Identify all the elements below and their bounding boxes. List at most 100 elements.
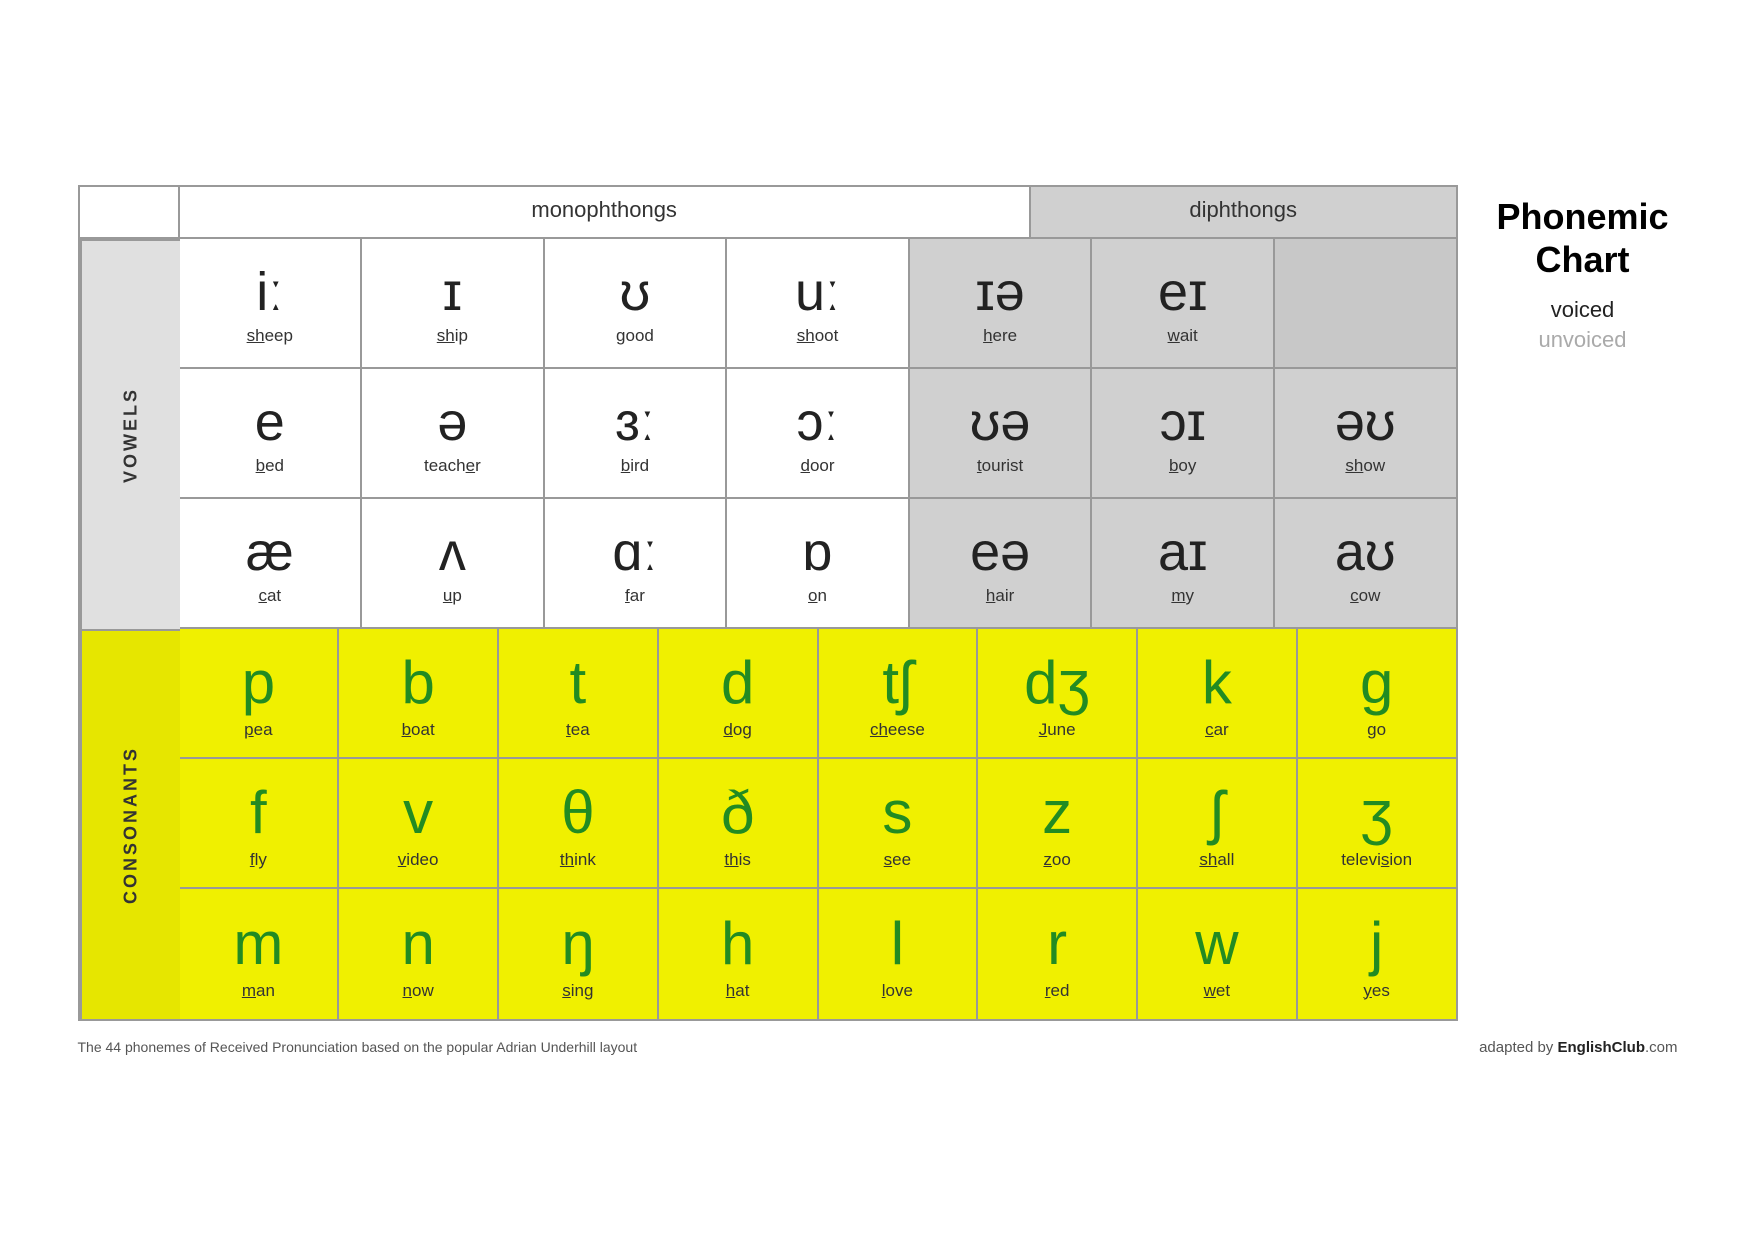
symbol-e: e — [255, 393, 285, 452]
word-far: far — [625, 586, 645, 606]
symbol-s: s — [882, 780, 912, 846]
word-on: on — [808, 586, 827, 606]
symbol-o: ɒ — [803, 523, 833, 582]
word-here: here — [983, 326, 1017, 346]
symbol-eu: əʊ — [1335, 393, 1396, 452]
word-boy: boy — [1169, 456, 1196, 476]
underline: s — [1381, 850, 1390, 869]
underline: h — [983, 326, 992, 345]
underline: m — [242, 981, 256, 1000]
word-door: door — [801, 456, 835, 476]
symbol-sh: ʃ — [1210, 780, 1223, 846]
symbol-oo: ɔː — [797, 393, 839, 452]
cell-ea: eə hair — [910, 499, 1093, 629]
word-tourist: tourist — [977, 456, 1023, 476]
underline: n — [403, 981, 412, 1000]
cell-e: e bed — [180, 369, 363, 499]
symbol-au: aʊ — [1335, 523, 1396, 582]
cell-aa: ɑː far — [545, 499, 728, 629]
underline: g — [1367, 720, 1376, 739]
footer: The 44 phonemes of Received Pronunciatio… — [78, 1039, 1678, 1056]
word-man: man — [242, 981, 275, 1001]
word-show: show — [1345, 456, 1385, 476]
underline: sh — [437, 326, 455, 345]
underline: h — [986, 586, 995, 605]
cell-schwa: ə teacher — [362, 369, 545, 499]
underline: c — [1205, 720, 1214, 739]
word-teacher: teacher — [424, 456, 481, 476]
underline: th — [560, 850, 574, 869]
word-pea: pea — [244, 720, 272, 740]
symbol-g: g — [1360, 650, 1393, 716]
empty-cell-1 — [1275, 239, 1456, 369]
word-this: this — [724, 850, 750, 870]
cell-j: j yes — [1298, 889, 1456, 1019]
word-see: see — [884, 850, 911, 870]
symbol-upsilon: ʊ — [620, 263, 651, 322]
underline: sh — [247, 326, 265, 345]
symbol-m: m — [233, 911, 283, 977]
cell-h: h hat — [659, 889, 819, 1019]
footer-brand: EnglishClub — [1557, 1039, 1645, 1056]
cell-theta: θ think — [499, 759, 659, 889]
word-think: think — [560, 850, 596, 870]
cell-tsh: tʃ cheese — [819, 629, 979, 759]
underline: w — [1204, 981, 1216, 1000]
underline: f — [625, 586, 630, 605]
underline: y — [1363, 981, 1372, 1000]
word-my: my — [1171, 586, 1194, 606]
cell-ai: aɪ my — [1092, 499, 1275, 629]
word-boat: boat — [402, 720, 435, 740]
underline: t — [977, 456, 982, 475]
word-up: up — [443, 586, 462, 606]
cell-dz: dʒ June — [978, 629, 1138, 759]
word-ship: ship — [437, 326, 468, 346]
cell-ei: eɪ wait — [1092, 239, 1275, 369]
word-sing: sing — [562, 981, 593, 1001]
underline: t — [566, 720, 571, 739]
word-car: car — [1205, 720, 1229, 740]
cell-f: f fly — [180, 759, 340, 889]
symbol-ei: eɪ — [1158, 263, 1207, 322]
underline: l — [882, 981, 886, 1000]
word-video: video — [398, 850, 439, 870]
word-good: good — [616, 326, 654, 346]
cell-d: d dog — [659, 629, 819, 759]
consonant-row-1: p pea b boat t tea d dog — [180, 629, 1456, 759]
symbol-ue: ʊə — [970, 393, 1031, 452]
symbol-t: t — [570, 650, 587, 716]
footer-prefix: adapted by — [1479, 1039, 1557, 1056]
word-sheep: sheep — [247, 326, 293, 346]
symbol-3: ɜː — [615, 393, 655, 452]
symbol-dz: dʒ — [1024, 650, 1090, 716]
symbol-k: k — [1202, 650, 1232, 716]
cell-ie: ɪə here — [910, 239, 1093, 369]
cell-oi: ɔɪ boy — [1092, 369, 1275, 499]
cell-zh: ʒ television — [1298, 759, 1456, 889]
underline: sh — [1345, 456, 1363, 475]
word-now: now — [403, 981, 434, 1001]
underline: f — [250, 850, 255, 869]
cell-m: m man — [180, 889, 340, 1019]
symbol-b: b — [401, 650, 434, 716]
phonemic-chart: monophthongs diphthongs VOWELS iː sheep … — [78, 185, 1458, 1021]
underline: c — [258, 586, 267, 605]
word-june: June — [1039, 720, 1076, 740]
symbol-ng: ŋ — [561, 911, 594, 977]
corner-cell — [80, 187, 180, 239]
legend-unvoiced: unvoiced — [1488, 327, 1678, 353]
cell-wedge: ʌ up — [362, 499, 545, 629]
symbol-aa: ɑː — [612, 523, 657, 582]
symbol-eth: ð — [721, 780, 754, 846]
cell-eu: əʊ show — [1275, 369, 1456, 499]
underline: b — [256, 456, 265, 475]
word-bird: bird — [621, 456, 649, 476]
symbol-h: h — [721, 911, 754, 977]
symbol-n: n — [401, 911, 434, 977]
symbol-ai: aɪ — [1158, 523, 1207, 582]
cell-sh: ʃ shall — [1138, 759, 1298, 889]
underline: p — [244, 720, 253, 739]
underline: d — [723, 720, 732, 739]
cell-ue: ʊə tourist — [910, 369, 1093, 499]
word-go: go — [1367, 720, 1386, 740]
